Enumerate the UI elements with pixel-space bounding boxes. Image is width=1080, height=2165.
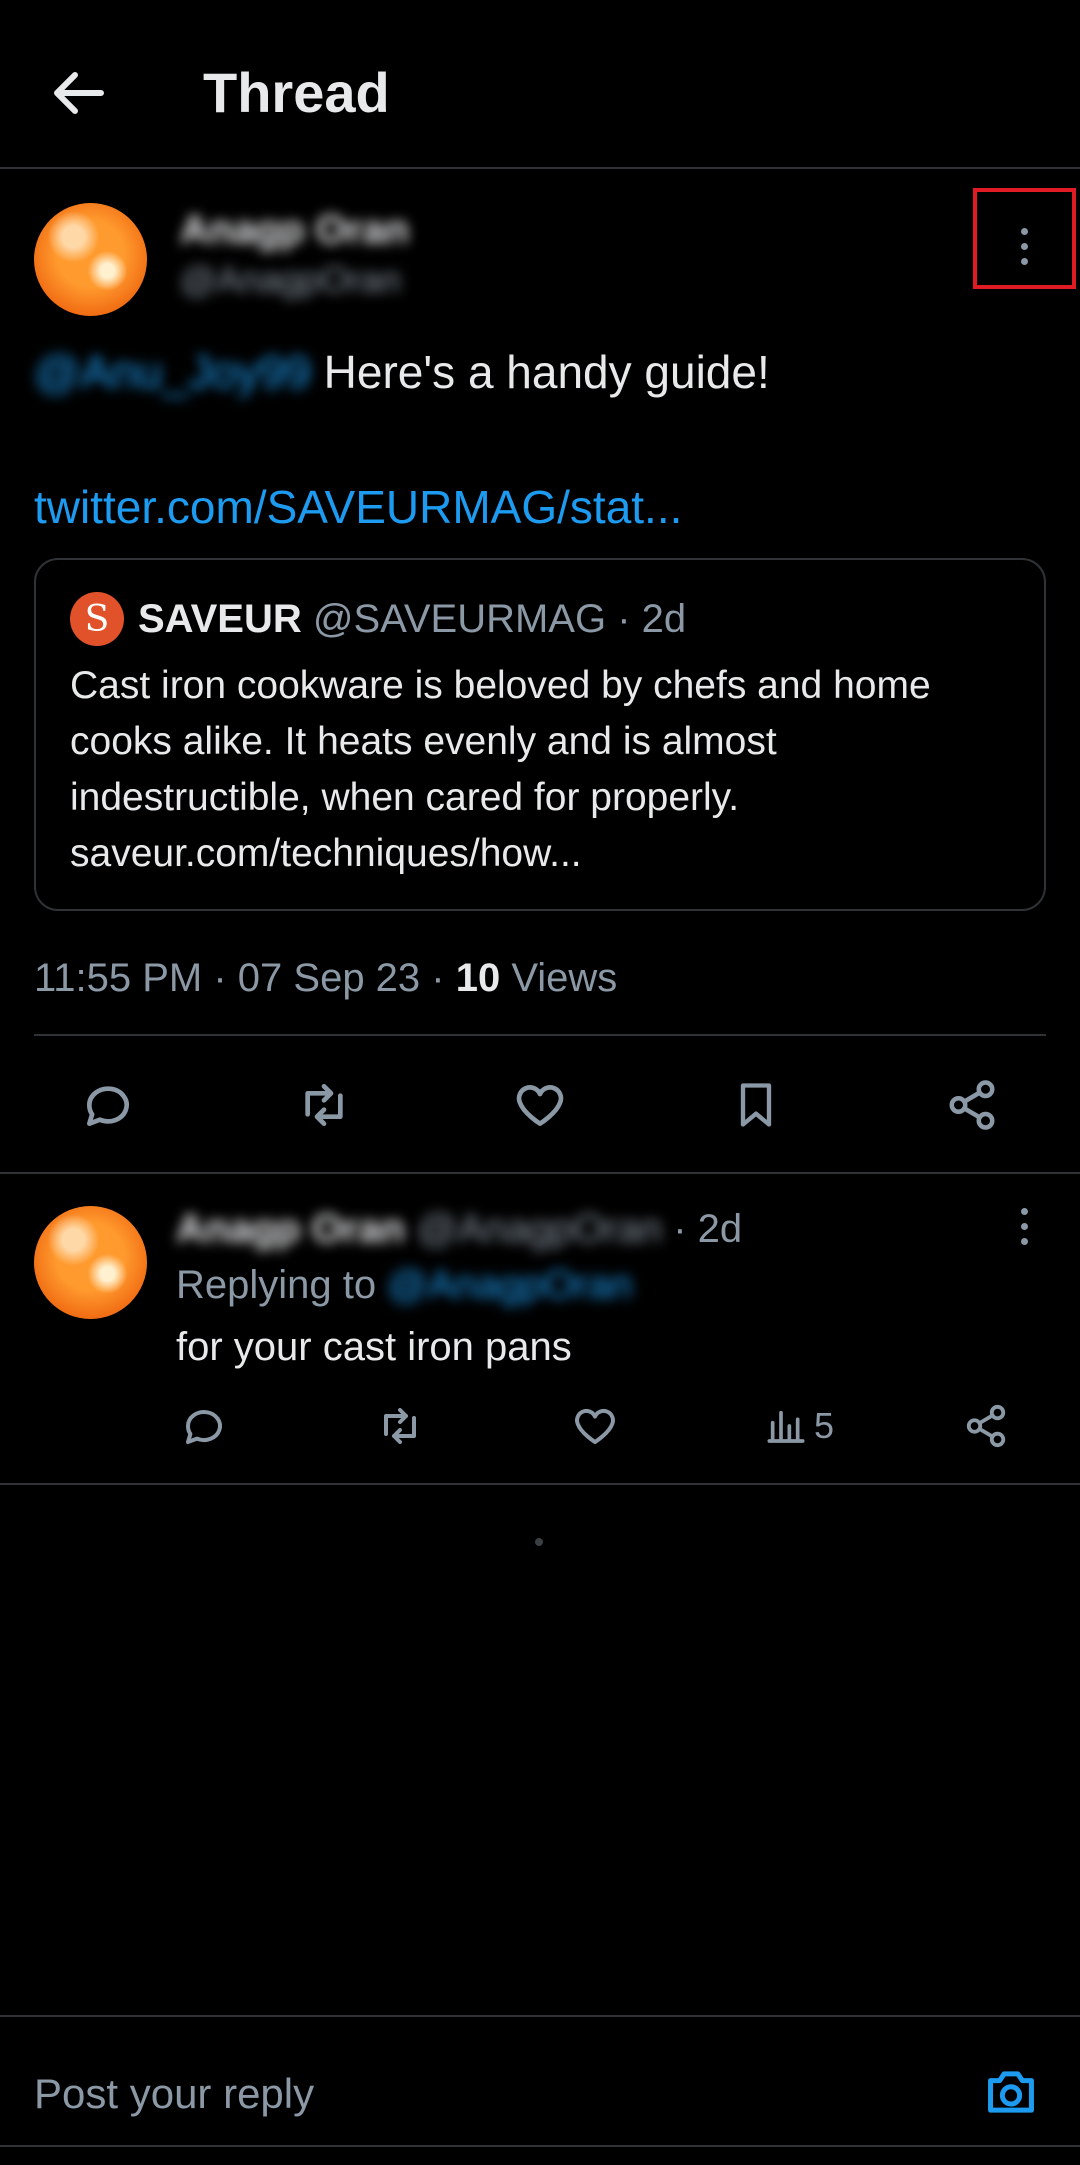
reply-share-button[interactable] bbox=[956, 1396, 1016, 1456]
highlight-marker bbox=[973, 188, 1076, 289]
arrow-left-icon bbox=[54, 72, 104, 114]
reply-text: for your cast iron pans bbox=[176, 1325, 572, 1369]
replying-to: Replying to @AnagpOran bbox=[176, 1258, 632, 1312]
bar-chart-icon bbox=[767, 1410, 805, 1443]
bookmark-button[interactable] bbox=[716, 1070, 796, 1140]
share-button[interactable] bbox=[932, 1070, 1012, 1140]
more-dot bbox=[1020, 1237, 1028, 1245]
meta-divider bbox=[34, 1034, 1046, 1036]
quote-body: Cast iron cookware is beloved by chefs a… bbox=[70, 664, 931, 875]
loading-indicator bbox=[535, 1538, 543, 1546]
bookmark-icon bbox=[740, 1083, 772, 1127]
retweet-button[interactable] bbox=[284, 1070, 364, 1140]
reply-views-count: 5 bbox=[814, 1405, 835, 1446]
page-title: Thread bbox=[203, 61, 390, 124]
reply-views-button[interactable]: 5 bbox=[766, 1396, 876, 1456]
reply-button[interactable] bbox=[68, 1070, 148, 1140]
heart-icon bbox=[575, 1409, 615, 1444]
share-icon bbox=[949, 1080, 995, 1130]
reply-retweet-button[interactable] bbox=[370, 1396, 430, 1456]
composer-bottom-divider bbox=[0, 2145, 1080, 2147]
more-vertical-icon bbox=[1020, 1207, 1028, 1215]
comment-icon bbox=[87, 1086, 129, 1126]
retweet-icon bbox=[384, 1408, 416, 1444]
replying-prefix: Replying to bbox=[176, 1263, 388, 1307]
mention-link[interactable]: @Anu_Joy99 bbox=[34, 346, 311, 398]
views-label: Views bbox=[500, 956, 618, 1000]
reply-avatar[interactable] bbox=[34, 1206, 147, 1319]
reply-header: Anagp Oran @AnagpOran · 2d bbox=[176, 1202, 742, 1256]
camera-button[interactable] bbox=[976, 2060, 1046, 2124]
reply-divider bbox=[0, 1483, 1080, 1485]
replying-handle[interactable]: @AnagpOran bbox=[387, 1263, 632, 1307]
tweet-link[interactable]: twitter.com/SAVEURMAG/stat... bbox=[34, 475, 682, 539]
author-handle[interactable]: @AnagpOran bbox=[180, 257, 401, 303]
composer-top-divider bbox=[0, 2015, 1080, 2017]
tweet-timestamp: 11:55 PM · 07 Sep 23 · bbox=[34, 956, 456, 1000]
like-button[interactable] bbox=[500, 1070, 580, 1140]
section-divider bbox=[0, 1172, 1080, 1174]
reply-more-button[interactable] bbox=[1004, 1196, 1044, 1256]
reply-author-handle[interactable]: @AnagpOran bbox=[417, 1207, 662, 1251]
heart-icon bbox=[516, 1085, 564, 1126]
tweet-text: @Anu_Joy99 Here's a handy guide! bbox=[34, 340, 770, 404]
views-count: 10 bbox=[455, 956, 501, 1000]
reply-like-button[interactable] bbox=[565, 1396, 625, 1456]
comment-icon bbox=[186, 1410, 222, 1444]
reply-input[interactable] bbox=[34, 2062, 934, 2126]
retweet-icon bbox=[305, 1084, 343, 1126]
saveur-avatar: S bbox=[70, 592, 124, 646]
camera-icon bbox=[988, 2071, 1034, 2113]
more-dot bbox=[1020, 1222, 1028, 1230]
avatar[interactable] bbox=[34, 203, 147, 316]
author-name[interactable]: Anagp Oran bbox=[180, 205, 409, 255]
header-divider bbox=[0, 167, 1080, 169]
back-button[interactable] bbox=[44, 58, 114, 128]
reply-comment-button[interactable] bbox=[174, 1396, 234, 1456]
quoted-tweet-card[interactable]: S SAVEUR @SAVEURMAG · 2d Cast iron cookw… bbox=[34, 558, 1046, 911]
reply-author-name[interactable]: Anagp Oran bbox=[176, 1207, 405, 1251]
tweet-meta: 11:55 PM · 07 Sep 23 · 10 Views bbox=[34, 950, 617, 1006]
quote-author-name: SAVEUR bbox=[138, 597, 302, 641]
tweet-body: Here's a handy guide! bbox=[310, 346, 770, 398]
quote-header: SAVEUR @SAVEURMAG · 2d bbox=[138, 592, 686, 646]
share-icon bbox=[966, 1404, 1006, 1448]
quote-meta: @SAVEURMAG · 2d bbox=[301, 597, 687, 641]
reply-age: · 2d bbox=[662, 1207, 743, 1251]
